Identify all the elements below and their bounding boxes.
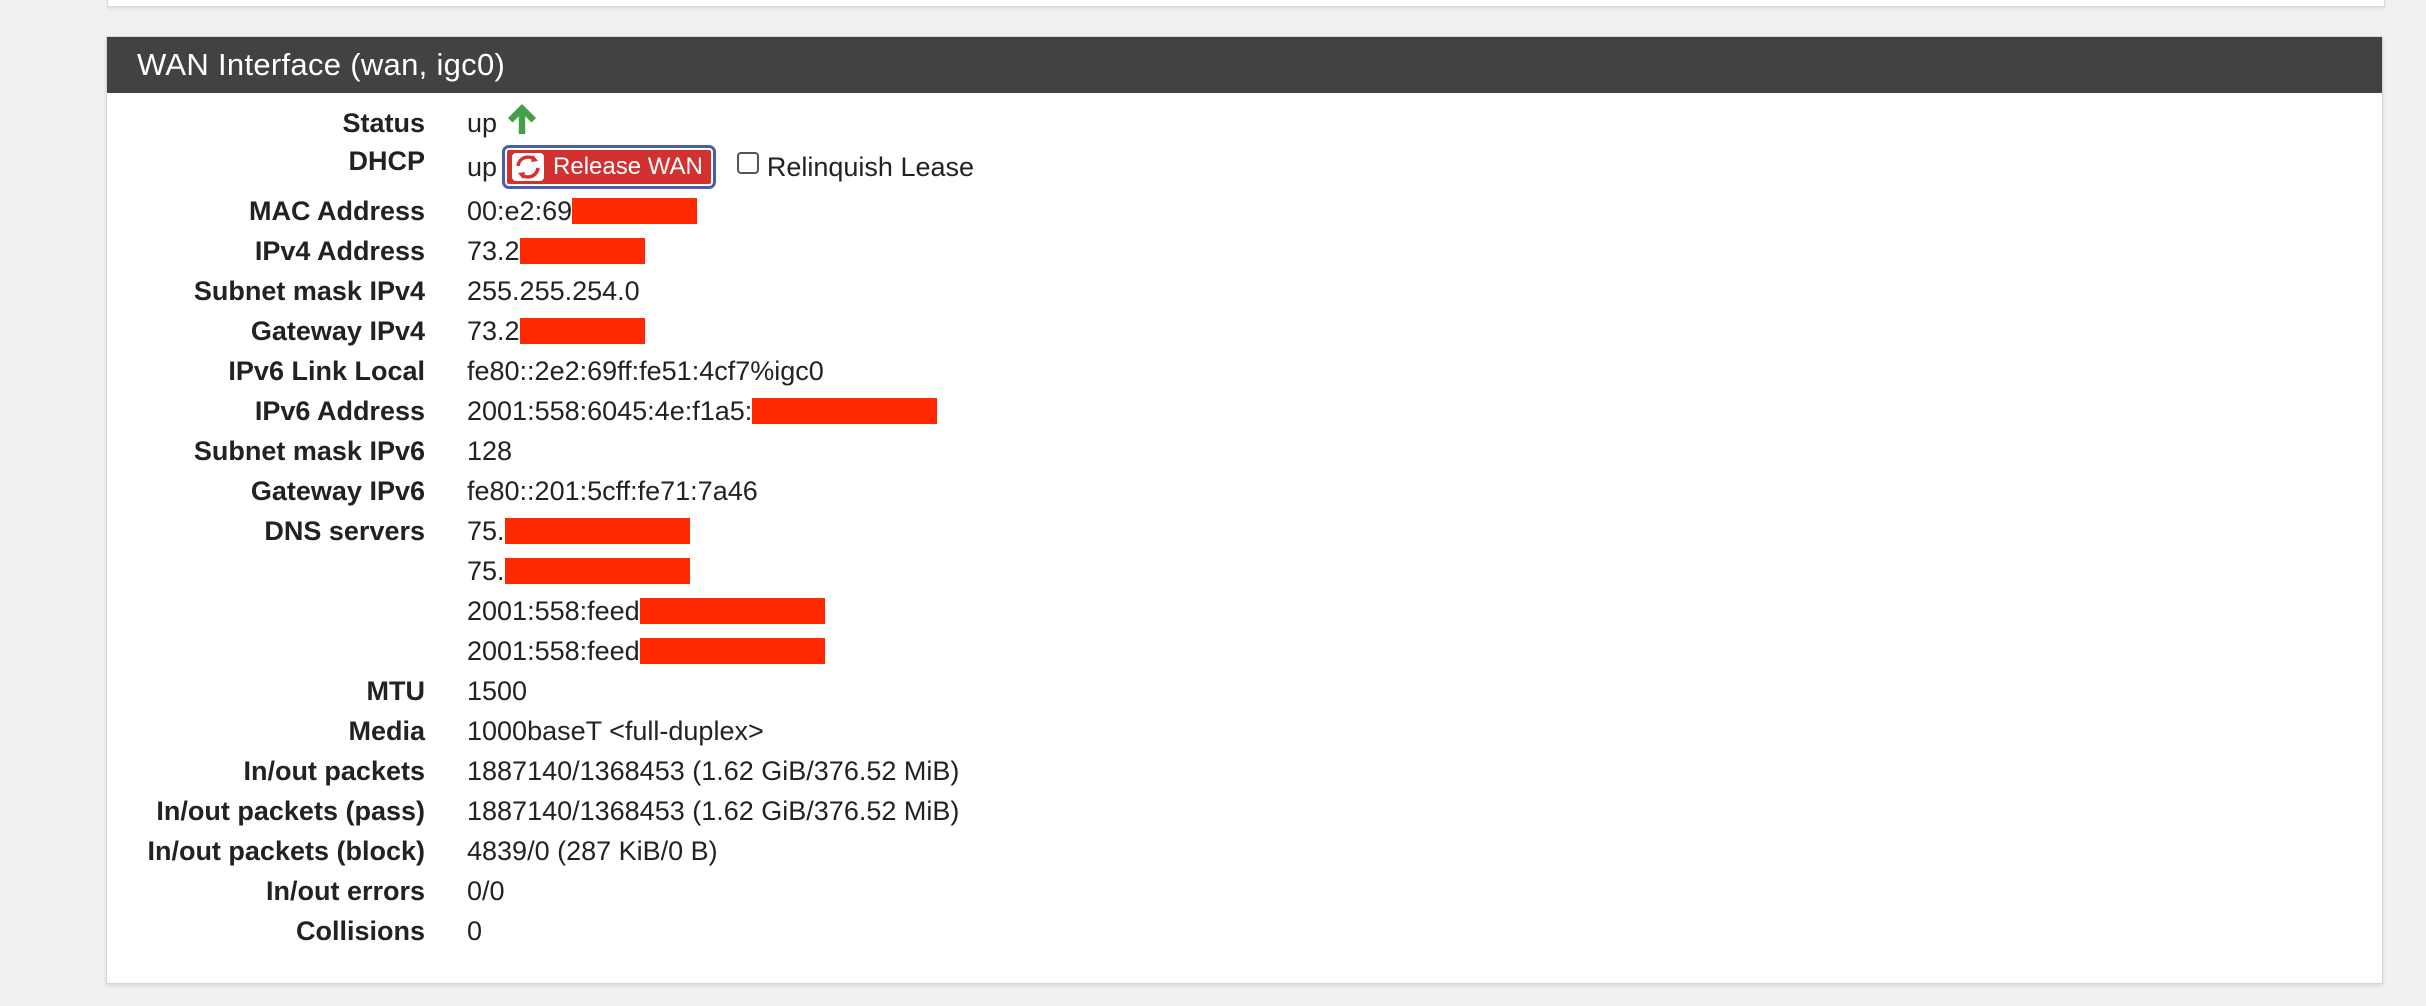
dns-servers-row-4: 2001:558:feed [107, 631, 2382, 671]
media-value: 1000baseT <full-duplex> [467, 716, 764, 746]
dns-server-1: 75. [467, 516, 505, 546]
collisions-label: Collisions [295, 916, 425, 946]
ipv4-row: IPv4 Address 73.2 [107, 231, 2382, 271]
mtu-row: MTU 1500 [107, 671, 2382, 711]
subnet-ipv4-label: Subnet mask IPv4 [193, 276, 425, 306]
wan-interface-panel: WAN Interface (wan, igc0) Status up DHCP… [106, 36, 2383, 984]
arrow-up-icon [505, 102, 539, 136]
dns-server-4: 2001:558:feed [467, 636, 640, 666]
subnet-ipv6-label: Subnet mask IPv6 [193, 436, 425, 466]
inout-packets-pass-value: 1887140/1368453 (1.62 GiB/376.52 MiB) [467, 796, 960, 826]
ipv6-link-local-row: IPv6 Link Local fe80::2e2:69ff:fe51:4cf7… [107, 351, 2382, 391]
gateway-ipv4-value: 73.2 [467, 316, 520, 346]
mac-value: 00:e2:69 [467, 196, 573, 226]
dns-servers-row-2: 75. [107, 551, 2382, 591]
inout-errors-label: In/out errors [265, 876, 425, 906]
ipv6-link-local-value: fe80::2e2:69ff:fe51:4cf7%igc0 [467, 356, 824, 386]
inout-packets-label: In/out packets [243, 756, 425, 786]
ipv4-label: IPv4 Address [254, 236, 425, 266]
media-row: Media 1000baseT <full-duplex> [107, 711, 2382, 751]
mtu-label: MTU [366, 676, 425, 706]
ipv6-address-row: IPv6 Address 2001:558:6045:4e:f1a5: [107, 391, 2382, 431]
dhcp-label: DHCP [348, 146, 425, 176]
dhcp-row: DHCP up Release WAN Relinquish Lease [107, 143, 2382, 191]
relinquish-lease-label[interactable]: Relinquish Lease [767, 143, 974, 191]
ipv6-link-local-label: IPv6 Link Local [228, 356, 425, 386]
media-label: Media [348, 716, 425, 746]
release-wan-label: Release WAN [553, 153, 703, 180]
inout-packets-block-value: 4839/0 (287 KiB/0 B) [467, 836, 718, 866]
redaction-bar [752, 398, 938, 424]
interface-details: Status up DHCP up Release WAN Relinquish… [107, 93, 2382, 951]
inout-packets-pass-row: In/out packets (pass) 1887140/1368453 (1… [107, 791, 2382, 831]
mtu-value: 1500 [467, 676, 528, 706]
refresh-icon [512, 153, 545, 181]
subnet-ipv4-value: 255.255.254.0 [467, 276, 640, 306]
dns-server-3: 2001:558:feed [467, 596, 640, 626]
release-wan-button[interactable]: Release WAN [502, 145, 716, 189]
gateway-ipv4-row: Gateway IPv4 73.2 [107, 311, 2382, 351]
inout-packets-block-label: In/out packets (block) [147, 836, 425, 866]
panel-title: WAN Interface (wan, igc0) [107, 37, 2382, 93]
status-value: up [467, 108, 498, 138]
inout-packets-row: In/out packets 1887140/1368453 (1.62 GiB… [107, 751, 2382, 791]
dns-servers-label: DNS servers [264, 516, 425, 546]
collisions-row: Collisions 0 [107, 911, 2382, 951]
mac-row: MAC Address 00:e2:69 [107, 191, 2382, 231]
ipv6-address-value: 2001:558:6045:4e:f1a5: [467, 396, 753, 426]
subnet-ipv6-value: 128 [467, 436, 513, 466]
previous-panel-edge [107, 0, 2385, 7]
redaction-bar [504, 558, 690, 584]
ipv6-address-label: IPv6 Address [254, 396, 425, 426]
inout-errors-value: 0/0 [467, 876, 505, 906]
dns-servers-row-3: 2001:558:feed [107, 591, 2382, 631]
status-row: Status up [107, 103, 2382, 143]
gateway-ipv6-label: Gateway IPv6 [250, 476, 425, 506]
redaction-bar [519, 318, 645, 344]
redaction-bar [572, 198, 698, 224]
redaction-bar [639, 638, 825, 664]
redaction-bar [504, 518, 690, 544]
redaction-bar [519, 238, 645, 264]
gateway-ipv6-value: fe80::201:5cff:fe71:7a46 [467, 476, 758, 506]
gateway-ipv4-label: Gateway IPv4 [250, 316, 425, 346]
dns-servers-row: DNS servers 75. [107, 511, 2382, 551]
subnet-ipv4-row: Subnet mask IPv4 255.255.254.0 [107, 271, 2382, 311]
inout-packets-pass-label: In/out packets (pass) [156, 796, 425, 826]
collisions-value: 0 [467, 916, 483, 946]
dhcp-value: up [467, 152, 498, 182]
dns-server-2: 75. [467, 556, 505, 586]
ipv4-value: 73.2 [467, 236, 520, 266]
gateway-ipv6-row: Gateway IPv6 fe80::201:5cff:fe71:7a46 [107, 471, 2382, 511]
status-label: Status [342, 108, 425, 138]
relinquish-lease-checkbox[interactable] [736, 152, 759, 174]
redaction-bar [639, 598, 825, 624]
subnet-ipv6-row: Subnet mask IPv6 128 [107, 431, 2382, 471]
mac-label: MAC Address [248, 196, 425, 226]
inout-packets-block-row: In/out packets (block) 4839/0 (287 KiB/0… [107, 831, 2382, 871]
inout-packets-value: 1887140/1368453 (1.62 GiB/376.52 MiB) [467, 756, 960, 786]
inout-errors-row: In/out errors 0/0 [107, 871, 2382, 911]
